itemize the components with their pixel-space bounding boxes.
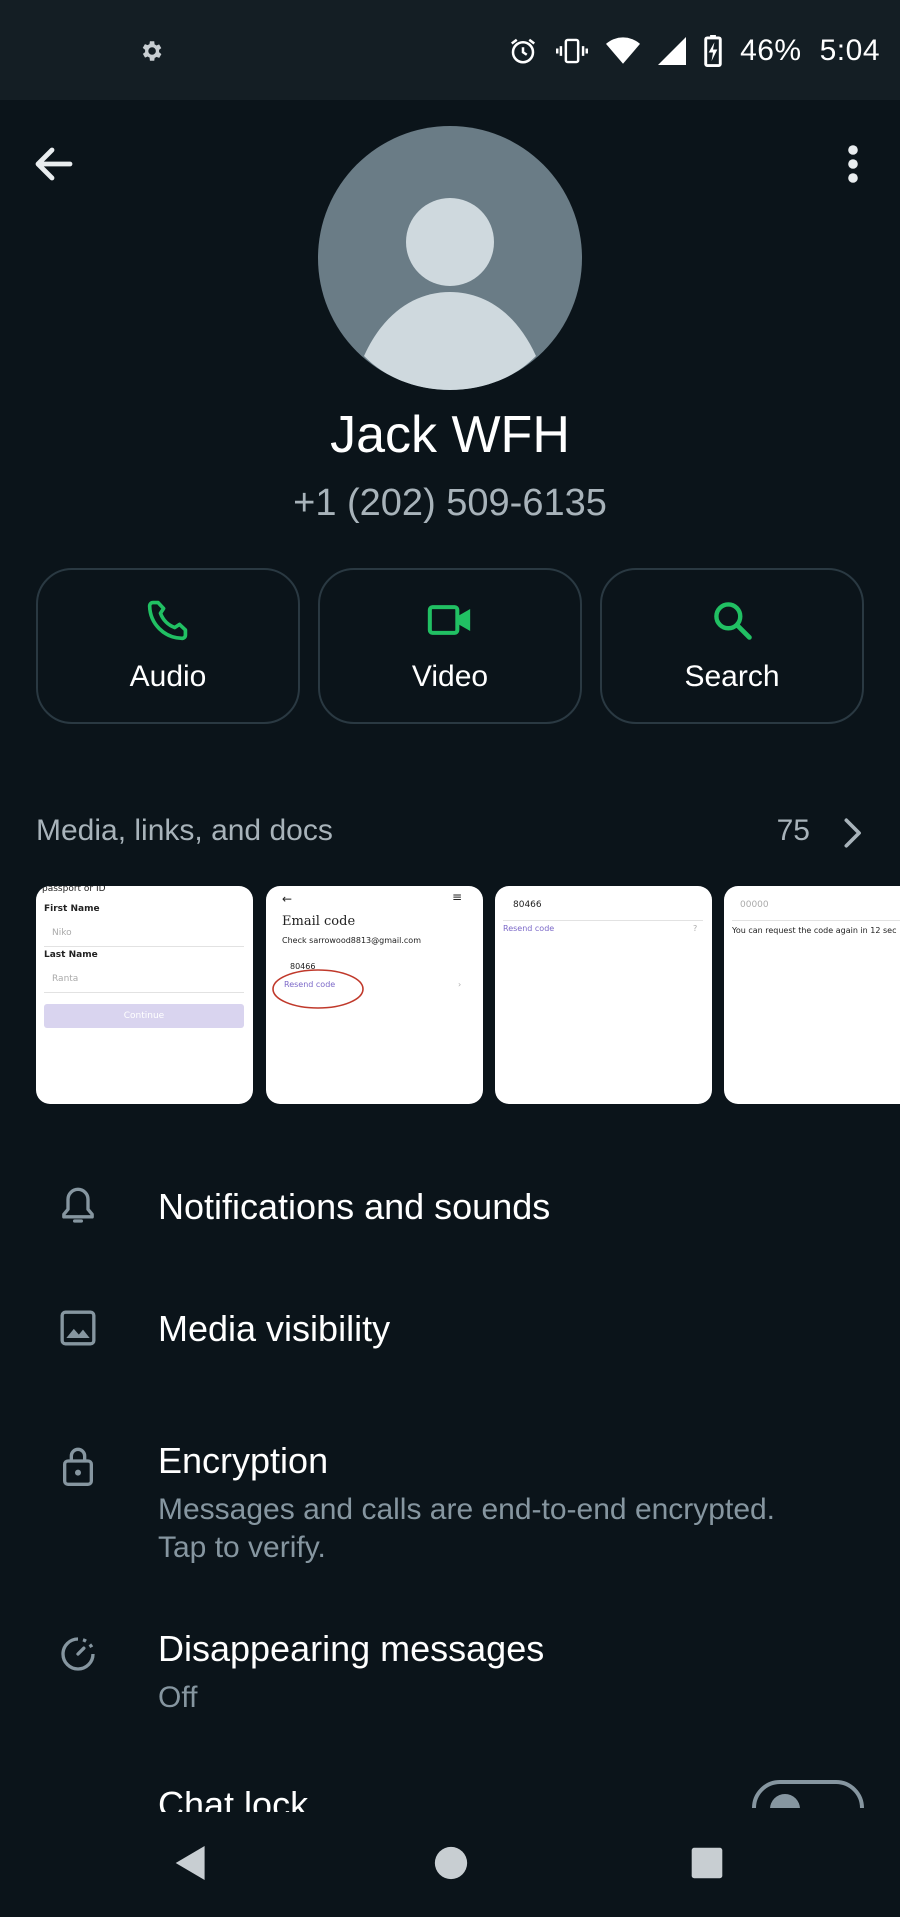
- image-icon: [60, 1310, 96, 1346]
- system-nav-bar: [0, 1812, 900, 1917]
- media-thumbnail[interactable]: passport or ID First Name Niko Last Name…: [36, 886, 253, 1104]
- encryption-row[interactable]: Encryption Messages and calls are end-to…: [0, 1440, 900, 1570]
- battery-charging-icon: [704, 35, 722, 67]
- disappearing-messages-title: Disappearing messages: [158, 1628, 545, 1669]
- media-links-docs-row[interactable]: Media, links, and docs 75: [36, 814, 864, 854]
- timer-icon: [61, 1637, 95, 1671]
- settings-gear-icon: [142, 41, 162, 61]
- media-count: 75: [776, 814, 810, 847]
- encryption-subtitle-line2: Tap to verify.: [158, 1531, 326, 1564]
- encryption-subtitle-line1: Messages and calls are end-to-end encryp…: [158, 1493, 776, 1526]
- disappearing-messages-value: Off: [158, 1681, 198, 1714]
- status-bar: 46% 5:04: [0, 0, 900, 100]
- media-thumbnail[interactable]: ← ≡ Email code Check sarrowood8813@gmail…: [266, 886, 483, 1104]
- action-buttons: Audio Video Search: [36, 568, 864, 724]
- video-label: Video: [411, 660, 489, 693]
- alarm-icon: [511, 38, 536, 64]
- audio-call-button[interactable]: Audio: [36, 568, 300, 724]
- video-call-button[interactable]: Video: [318, 568, 582, 724]
- media-title: Media, links, and docs: [36, 814, 333, 847]
- bell-icon: [62, 1187, 94, 1223]
- disappearing-messages-row[interactable]: Disappearing messages Off: [0, 1628, 900, 1718]
- media-thumbnail[interactable]: 80466 Resend code ?: [495, 886, 712, 1104]
- contact-name: Jack WFH: [330, 406, 570, 464]
- vibrate-icon: [556, 38, 589, 64]
- media-visibility-title: Media visibility: [158, 1308, 391, 1349]
- nav-home-icon[interactable]: [434, 1844, 468, 1882]
- nav-recents-icon[interactable]: [690, 1844, 724, 1882]
- clock: 5:04: [819, 34, 880, 67]
- wifi-icon: [606, 37, 641, 64]
- search-label: Search: [684, 660, 780, 693]
- notifications-title: Notifications and sounds: [158, 1186, 551, 1227]
- video-camera-icon: [427, 605, 471, 635]
- back-arrow-icon[interactable]: [30, 140, 78, 188]
- search-button[interactable]: Search: [600, 568, 864, 724]
- avatar[interactable]: [318, 126, 582, 390]
- media-thumbnail[interactable]: 00000 You can request the code again in …: [724, 886, 900, 1104]
- more-vert-icon[interactable]: [835, 140, 871, 188]
- phone-icon: [147, 600, 188, 641]
- lock-icon: [63, 1447, 93, 1486]
- media-thumbnails: passport or ID First Name Niko Last Name…: [36, 886, 900, 1104]
- battery-percent: 46%: [740, 34, 802, 67]
- cellular-signal-icon: [658, 37, 687, 65]
- contact-phone: +1 (202) 509-6135: [293, 482, 607, 524]
- media-visibility-row[interactable]: Media visibility: [0, 1302, 900, 1374]
- audio-label: Audio: [129, 660, 207, 693]
- nav-back-icon[interactable]: [174, 1844, 208, 1882]
- encryption-title: Encryption: [158, 1440, 329, 1481]
- chevron-right-icon: [844, 818, 861, 848]
- chat-lock-title: Chat lock: [158, 1784, 309, 1812]
- notifications-row[interactable]: Notifications and sounds: [0, 1180, 900, 1252]
- red-circle-annotation: [272, 969, 364, 1009]
- default-person-icon: [364, 198, 536, 390]
- search-icon: [714, 602, 752, 640]
